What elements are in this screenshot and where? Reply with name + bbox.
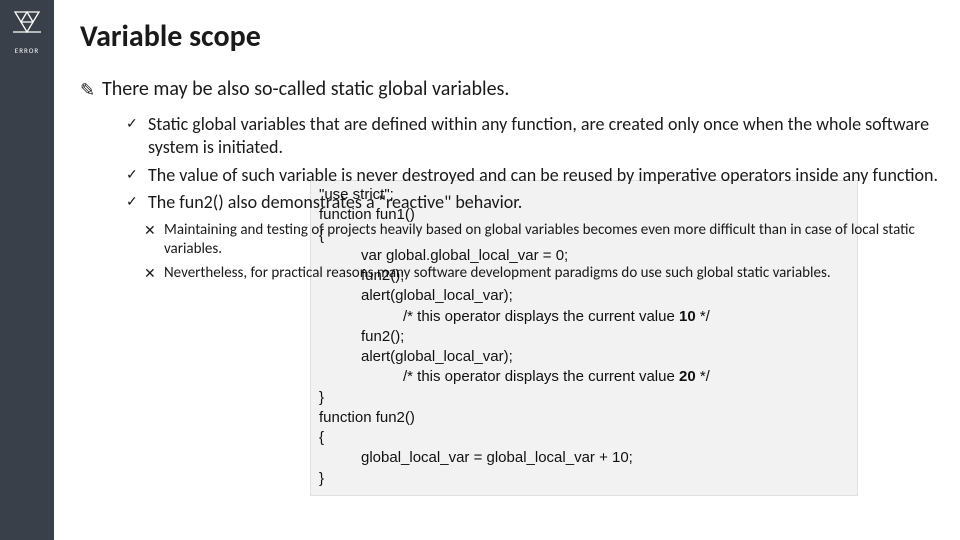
code-line: alert(global_local_var); [319,347,849,367]
code-line: global_local_var = global_local_var + 10… [319,448,849,468]
code-line: fun2(); [319,266,849,286]
list-item-text: Static global variables that are defined… [148,113,940,160]
code-line: function fun1() [319,205,849,225]
code-line: { [319,428,849,448]
code-line: /* this operator displays the current va… [319,367,849,387]
check-icon: ✓ [126,191,148,213]
code-line: var global.global_local_var = 0; [319,246,849,266]
code-line: function fun2() [319,408,849,428]
arrow-bullet-icon: ✎ [80,77,102,103]
code-box: "use strict";function fun1(){var global.… [310,180,858,496]
code-line: fun2(); [319,327,849,347]
check-icon: ✓ [126,164,148,186]
code-line: } [319,469,849,489]
check-icon: ✓ [126,113,148,135]
cross-icon: ✕ [144,221,164,240]
cross-icon: ✕ [144,264,164,283]
main-point: ✎ There may be also so-called static glo… [80,77,940,103]
code-line: "use strict"; [319,185,849,205]
code-line: } [319,388,849,408]
logo-icon: ERROR [9,8,45,44]
sidebar: ERROR [0,0,54,540]
main-point-text: There may be also so-called static globa… [102,77,509,101]
code-line: { [319,226,849,246]
code-line: alert(global_local_var); [319,286,849,306]
list-item: ✓ Static global variables that are defin… [126,113,940,160]
code-line: /* this operator displays the current va… [319,307,849,327]
page-title: Variable scope [80,18,940,55]
logo-label: ERROR [9,46,45,55]
